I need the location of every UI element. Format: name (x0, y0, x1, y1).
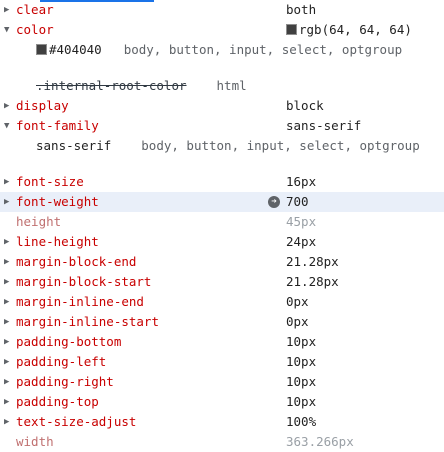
property-value: 21.28px (286, 274, 339, 289)
property-value: 45px (286, 214, 317, 229)
property-value: 700 (286, 194, 309, 209)
computed-styles-panel: ▶ clear both ▼ color rgb(64, 64, 64) #40… (0, 0, 444, 449)
collapse-arrow-icon[interactable]: ▼ (4, 116, 12, 136)
property-row-display[interactable]: ▶ display block (0, 96, 444, 116)
expand-arrow-icon[interactable]: ▶ (4, 96, 12, 116)
property-row-height[interactable]: height 45px (0, 212, 444, 232)
property-value: 0px (286, 314, 309, 329)
property-row-margin-inline-end[interactable]: ▶ margin-inline-end 0px (0, 292, 444, 312)
property-name: padding-bottom (16, 334, 122, 349)
property-value: 24px (286, 234, 317, 249)
expand-arrow-icon[interactable]: ▶ (4, 372, 12, 392)
property-name: margin-inline-start (16, 314, 159, 329)
trace-selector[interactable]: html (217, 78, 247, 93)
property-name: font-size (16, 174, 84, 189)
property-name: width (16, 434, 54, 449)
font-family-trace-row[interactable]: sans-serif body, button, input, select, o… (36, 136, 420, 156)
property-name: font-family (16, 118, 99, 133)
expand-arrow-icon[interactable]: ▶ (4, 0, 12, 20)
color-swatch-icon[interactable] (36, 44, 47, 55)
property-row-font-family[interactable]: ▼ font-family sans-serif (0, 116, 444, 136)
expand-arrow-icon[interactable]: ▶ (4, 252, 12, 272)
property-value: 100% (286, 414, 317, 429)
property-row-width[interactable]: width 363.266px (0, 432, 444, 452)
expand-arrow-icon[interactable]: ▶ (4, 392, 12, 412)
property-value: 10px (286, 394, 317, 409)
property-name: height (16, 214, 62, 229)
expand-arrow-icon[interactable]: ▶ (4, 312, 12, 332)
trace-value: #404040 (49, 42, 102, 57)
collapse-arrow-icon[interactable]: ▼ (4, 20, 12, 40)
expand-arrow-icon[interactable]: ▶ (4, 192, 12, 212)
property-value-with-swatch: rgb(64, 64, 64) (286, 20, 412, 40)
property-name: display (16, 98, 69, 113)
property-row-clear[interactable]: ▶ clear both (0, 0, 444, 20)
property-row-font-size[interactable]: ▶ font-size 16px (0, 172, 444, 192)
expand-arrow-icon[interactable]: ▶ (4, 172, 12, 192)
expand-arrow-icon[interactable]: ▶ (4, 292, 12, 312)
trace-selector[interactable]: body, button, input, select, optgroup (124, 42, 402, 57)
property-name: font-weight (16, 194, 99, 209)
overridden-value: .internal-root-color (36, 78, 187, 93)
property-row-font-weight[interactable]: ▶ font-weight ➜ 700 (0, 192, 444, 212)
property-name: margin-block-end (16, 254, 137, 269)
property-row-line-height[interactable]: ▶ line-height 24px (0, 232, 444, 252)
property-value: 16px (286, 174, 317, 189)
property-value: 10px (286, 374, 317, 389)
property-row-padding-bottom[interactable]: ▶ padding-bottom 10px (0, 332, 444, 352)
go-to-declaration-icon[interactable]: ➜ (268, 196, 280, 208)
property-value: 10px (286, 354, 317, 369)
property-name: color (16, 22, 54, 37)
expand-arrow-icon[interactable]: ▶ (4, 232, 12, 252)
property-row-padding-left[interactable]: ▶ padding-left 10px (0, 352, 444, 372)
property-name: clear (16, 2, 54, 17)
property-row-padding-top[interactable]: ▶ padding-top 10px (0, 392, 444, 412)
property-name: padding-left (16, 354, 107, 369)
property-value: 10px (286, 334, 317, 349)
property-row-padding-right[interactable]: ▶ padding-right 10px (0, 372, 444, 392)
property-value: block (286, 98, 324, 113)
property-value: 363.266px (286, 434, 354, 449)
property-name: padding-top (16, 394, 99, 409)
property-value: rgb(64, 64, 64) (299, 22, 412, 37)
property-value: 21.28px (286, 254, 339, 269)
property-value: both (286, 2, 317, 17)
expand-arrow-icon[interactable]: ▶ (4, 412, 12, 432)
color-overridden-trace-row[interactable]: .internal-root-color html (36, 76, 247, 96)
expand-arrow-icon[interactable]: ▶ (4, 332, 12, 352)
property-row-text-size-adjust[interactable]: ▶ text-size-adjust 100% (0, 412, 444, 432)
property-value: 0px (286, 294, 309, 309)
color-trace-row[interactable]: #404040 body, button, input, select, optg… (36, 40, 402, 60)
property-value: sans-serif (286, 118, 362, 133)
expand-arrow-icon[interactable]: ▶ (4, 352, 12, 372)
property-name: margin-block-start (16, 274, 152, 289)
property-name: text-size-adjust (16, 414, 137, 429)
property-name: margin-inline-end (16, 294, 144, 309)
property-row-color[interactable]: ▼ color rgb(64, 64, 64) (0, 20, 444, 40)
property-row-margin-block-start[interactable]: ▶ margin-block-start 21.28px (0, 272, 444, 292)
trace-value: sans-serif (36, 138, 112, 153)
expand-arrow-icon[interactable]: ▶ (4, 272, 12, 292)
color-swatch-icon[interactable] (286, 24, 297, 35)
property-row-margin-block-end[interactable]: ▶ margin-block-end 21.28px (0, 252, 444, 272)
trace-selector[interactable]: body, button, input, select, optgroup (141, 138, 419, 153)
property-row-margin-inline-start[interactable]: ▶ margin-inline-start 0px (0, 312, 444, 332)
property-name: padding-right (16, 374, 114, 389)
property-name: line-height (16, 234, 99, 249)
